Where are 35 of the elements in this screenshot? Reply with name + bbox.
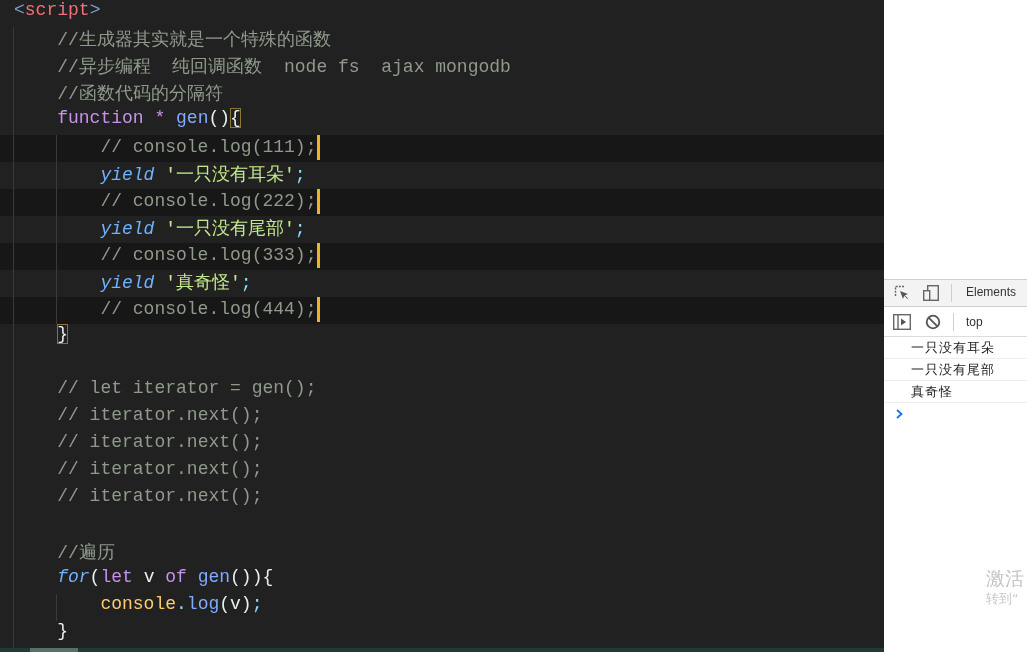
code-line: console.log(v);	[100, 594, 263, 614]
code-line: // console.log(111);	[100, 137, 317, 158]
console-message: 一只没有尾部	[884, 359, 1027, 381]
code-line: // iterator.next();	[57, 432, 263, 452]
device-icon[interactable]	[923, 285, 939, 301]
code-line: // iterator.next();	[57, 486, 263, 506]
code-line: function * gen(){	[57, 108, 241, 128]
prompt-chevron-icon	[896, 409, 903, 419]
context-selector[interactable]: top	[966, 314, 983, 329]
code-line: // let iterator = gen();	[57, 378, 317, 398]
code-line: //异步编程 纯回调函数 node fs ajax mongodb	[57, 57, 511, 77]
code-line: //遍历	[57, 543, 115, 563]
code-line: //生成器其实就是一个特殊的函数	[57, 30, 331, 50]
activation-notice-title: 激活	[986, 566, 1024, 590]
code-line: }	[57, 621, 68, 641]
devtools-tab[interactable]: Elements	[964, 280, 1019, 306]
code-line: yield '真奇怪';	[100, 273, 252, 293]
code-line: // console.log(222);	[100, 191, 317, 212]
console-message: 真奇怪	[884, 381, 1027, 403]
clear-console-icon[interactable]	[925, 313, 941, 330]
code-line: }	[57, 324, 68, 344]
sidebar-toggle-icon[interactable]	[893, 313, 911, 330]
code-line: yield '一只没有尾部';	[100, 219, 306, 239]
code-line: for(let v of gen()){	[57, 567, 274, 587]
code-line: // iterator.next();	[57, 405, 263, 425]
scrollbar-thumb[interactable]	[30, 648, 78, 652]
inspect-icon[interactable]	[894, 285, 910, 301]
code-line: // console.log(333);	[100, 245, 317, 266]
code-line: // console.log(444);	[100, 299, 317, 320]
code-line: // iterator.next();	[57, 459, 263, 479]
code-editor[interactable]	[0, 0, 884, 652]
console-message: 一只没有耳朵	[884, 337, 1027, 359]
code-line: <script>	[14, 0, 101, 20]
code-line: yield '一只没有耳朵';	[100, 165, 306, 185]
code-line: //函数代码的分隔符	[57, 84, 223, 104]
